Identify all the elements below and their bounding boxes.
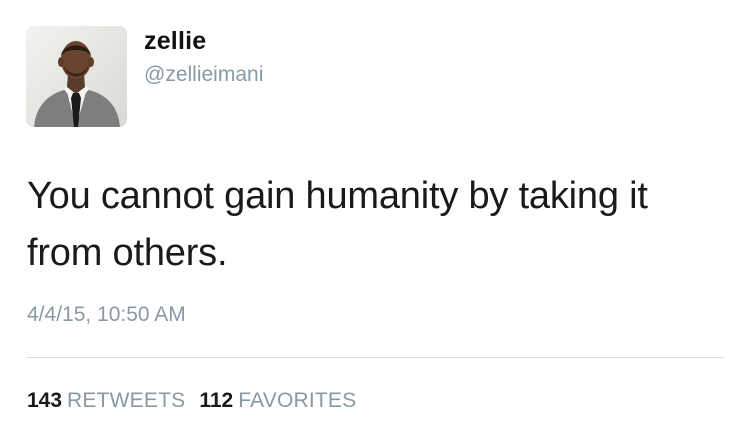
tweet-stats: 143 RETWEETS 112 FAVORITES bbox=[27, 389, 356, 413]
tweet-text: You cannot gain humanity by taking it fr… bbox=[27, 175, 648, 274]
favorites-count: 112 bbox=[199, 389, 234, 412]
retweets-stat[interactable]: 143 RETWEETS bbox=[27, 389, 185, 412]
divider bbox=[27, 357, 724, 358]
favorites-stat[interactable]: 112 FAVORITES bbox=[199, 389, 356, 412]
tweet-card: zellie @zellieimani You cannot gain huma… bbox=[0, 0, 742, 441]
retweets-label: RETWEETS bbox=[67, 389, 186, 412]
user-handle[interactable]: @zellieimani bbox=[144, 63, 263, 87]
retweets-count: 143 bbox=[27, 389, 63, 412]
avatar-portrait-image bbox=[26, 26, 127, 127]
favorites-label: FAVORITES bbox=[238, 389, 357, 412]
avatar[interactable] bbox=[26, 26, 127, 127]
display-name[interactable]: zellie bbox=[144, 27, 206, 56]
tweet-timestamp[interactable]: 4/4/15, 10:50 AM bbox=[27, 303, 186, 327]
